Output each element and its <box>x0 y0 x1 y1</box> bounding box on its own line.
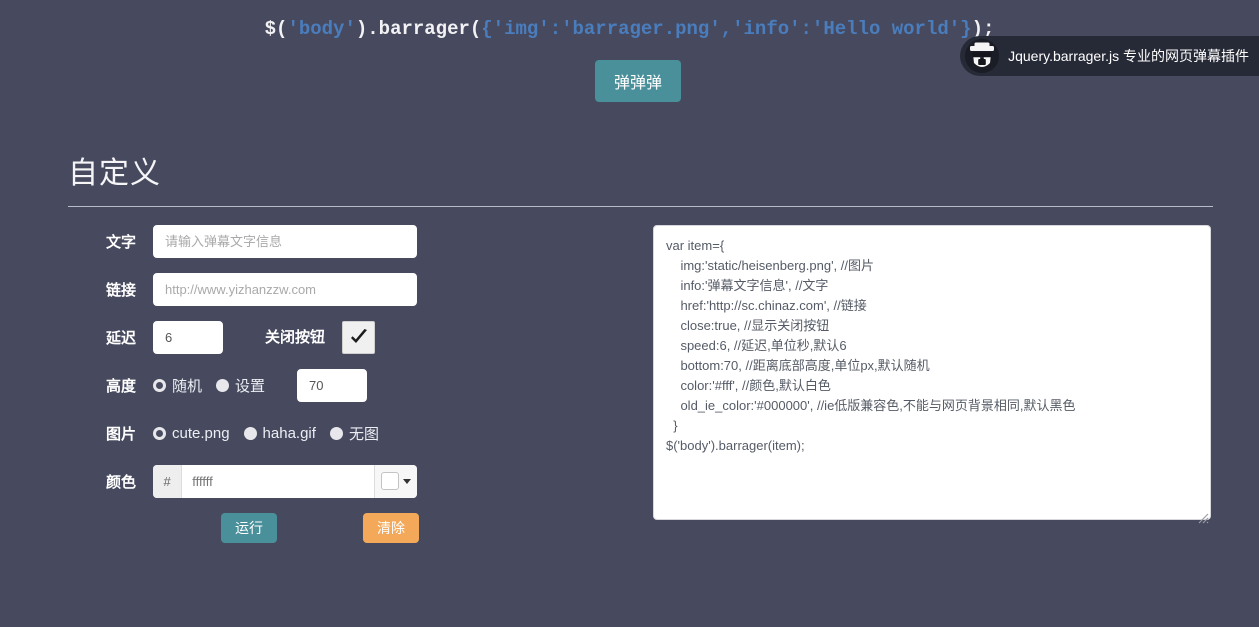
radio-unselected-icon <box>329 426 343 440</box>
radio-unselected-icon <box>216 378 230 392</box>
chevron-down-icon <box>403 478 411 484</box>
height-option-fixed[interactable]: 设置 <box>216 375 265 396</box>
text-input[interactable] <box>153 224 417 258</box>
form-row-text: 文字 <box>68 222 488 260</box>
height-input[interactable] <box>297 368 368 402</box>
form-row-height: 高度 随机 设置 <box>68 366 488 404</box>
image-option-haha-label: haha.gif <box>262 424 316 442</box>
code-editor[interactable]: var item={ img:'static/heisenberg.png', … <box>653 225 1211 520</box>
custom-form: 文字 链接 延迟 关闭按钮 高度 随机 设置 <box>68 222 488 543</box>
height-option-fixed-label: 设置 <box>235 377 266 395</box>
code-title-part-4: {'img':'barrager.png','info':'Hello worl… <box>481 18 972 40</box>
color-picker-button[interactable] <box>374 464 417 498</box>
color-input[interactable] <box>182 464 375 498</box>
run-button[interactable]: 运行 <box>221 513 277 543</box>
height-option-random[interactable]: 随机 <box>153 375 202 396</box>
form-row-color: 颜色 # <box>68 462 488 500</box>
image-radio-group: cute.png haha.gif 无图 <box>153 423 393 444</box>
color-input-group: # <box>153 464 417 498</box>
label-close-button: 关闭按钮 <box>264 328 325 346</box>
code-title-part-2: 'body' <box>287 18 356 40</box>
form-row-image: 图片 cute.png haha.gif 无图 <box>68 414 488 452</box>
image-option-none[interactable]: 无图 <box>329 423 379 444</box>
form-row-link: 链接 <box>68 270 488 308</box>
radio-selected-icon <box>153 378 166 392</box>
form-row-delay: 延迟 关闭按钮 <box>68 318 488 356</box>
label-delay: 延迟 <box>105 329 136 347</box>
section-title-custom: 自定义 <box>68 157 161 190</box>
label-color: 颜色 <box>105 473 136 491</box>
code-title-part-1: $( <box>264 18 288 40</box>
image-option-cute[interactable]: cute.png <box>153 425 230 442</box>
label-link: 链接 <box>105 281 136 299</box>
barrager-text: Jquery.barrager.js 专业的网页弹幕插件 <box>1008 48 1249 64</box>
image-option-cute-label: cute.png <box>172 424 230 442</box>
image-option-haha[interactable]: haha.gif <box>243 424 316 442</box>
delay-input[interactable] <box>153 320 223 354</box>
section-divider <box>68 206 1213 207</box>
label-image: 图片 <box>105 425 136 443</box>
check-icon <box>349 327 369 347</box>
label-height: 高度 <box>105 377 136 395</box>
form-actions: 运行 清除 <box>68 513 488 543</box>
clear-button[interactable]: 清除 <box>363 513 419 543</box>
link-input[interactable] <box>153 272 417 306</box>
code-title-part-3: ).barrager( <box>355 18 482 40</box>
image-option-none-label: 无图 <box>348 425 379 443</box>
play-barrage-button[interactable]: 弹弹弹 <box>595 60 681 102</box>
close-button-checkbox[interactable] <box>342 320 375 354</box>
barrager-item[interactable]: Jquery.barrager.js 专业的网页弹幕插件 <box>960 36 1259 76</box>
height-option-random-label: 随机 <box>172 377 203 395</box>
height-radio-group: 随机 设置 <box>153 375 279 396</box>
label-text: 文字 <box>105 233 136 251</box>
radio-unselected-icon <box>243 426 257 440</box>
heisenberg-avatar-icon <box>965 39 1000 73</box>
color-swatch <box>381 472 399 490</box>
color-hash-prefix: # <box>153 464 183 498</box>
radio-selected-icon <box>153 426 166 440</box>
